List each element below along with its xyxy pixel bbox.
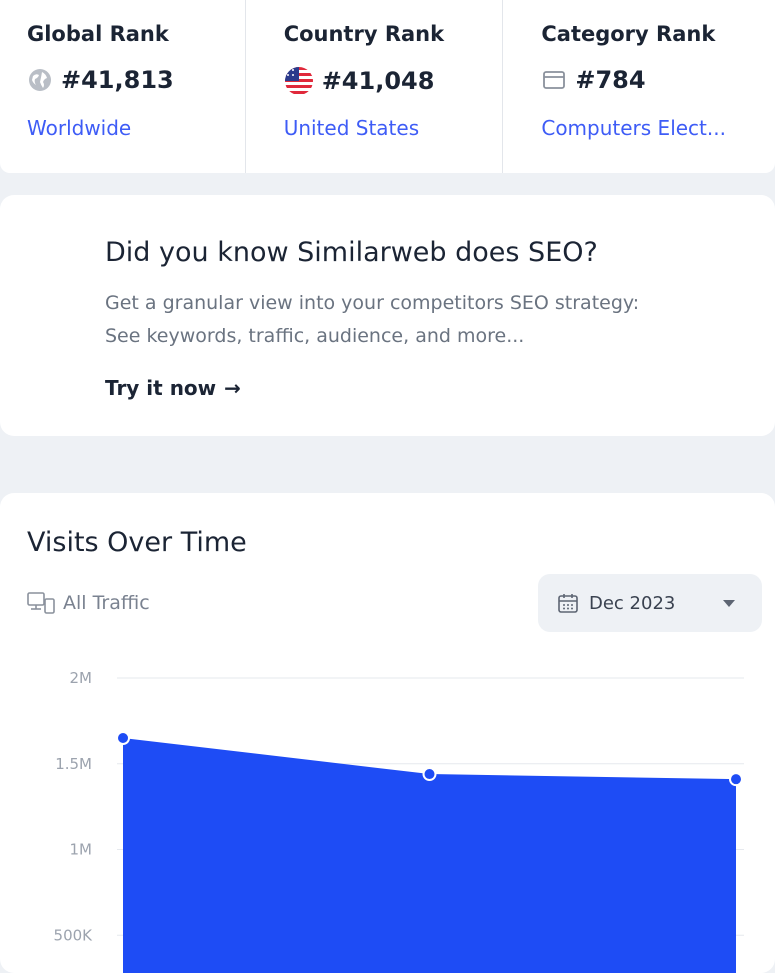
y-tick-label: 1.5M	[55, 755, 92, 773]
country-rank-link[interactable]: United States	[284, 116, 419, 140]
seo-promo-line-2: See keywords, traffic, audience, and mor…	[105, 325, 525, 347]
global-rank: Global Rank #41,813 Worldwide	[0, 0, 245, 173]
y-tick-label: 2M	[70, 669, 93, 687]
seo-promo-line-1: Get a granular view into your competitor…	[105, 292, 640, 314]
y-tick-label: 500K	[54, 926, 94, 944]
seo-promo-card: Did you know Similarweb does SEO? Get a …	[0, 195, 775, 436]
visits-chart: 2M 1.5M 1M 500K	[54, 669, 744, 973]
country-rank: Country Rank #41,048 United States	[244, 0, 503, 173]
global-rank-value: #41,813	[61, 66, 174, 94]
try-it-now-label: Try it now	[105, 376, 217, 400]
country-rank-value: #41,048	[321, 67, 435, 95]
category-rank-link[interactable]: Computers Elect...	[541, 116, 726, 140]
try-it-now-link[interactable]: Try it now →	[105, 376, 241, 400]
seo-promo-heading: Did you know Similarweb does SEO?	[105, 237, 598, 268]
data-point[interactable]	[116, 731, 130, 746]
country-rank-title: Country Rank	[283, 22, 445, 46]
category-rank-title: Category Rank	[541, 22, 716, 46]
seo-promo-description: Get a granular view into your competitor…	[105, 287, 773, 353]
global-rank-title: Global Rank	[27, 22, 169, 46]
category-rank-value: #784	[575, 66, 646, 94]
category-rank: Category Rank #784 Computers Elect...	[502, 0, 775, 173]
globe-icon	[27, 67, 53, 93]
data-point[interactable]	[422, 767, 437, 782]
data-point[interactable]	[729, 772, 743, 787]
ranks-card: Global Rank #41,813 Worldwide Country Ra…	[0, 0, 775, 173]
arrow-right-icon: →	[224, 376, 241, 400]
global-rank-link[interactable]: Worldwide	[27, 116, 131, 140]
us-flag-icon	[284, 66, 314, 96]
category-icon	[541, 67, 567, 93]
y-tick-label: 1M	[70, 841, 93, 859]
visits-card: Visits Over Time All Traffic Dec 2023 2M…	[0, 493, 775, 973]
